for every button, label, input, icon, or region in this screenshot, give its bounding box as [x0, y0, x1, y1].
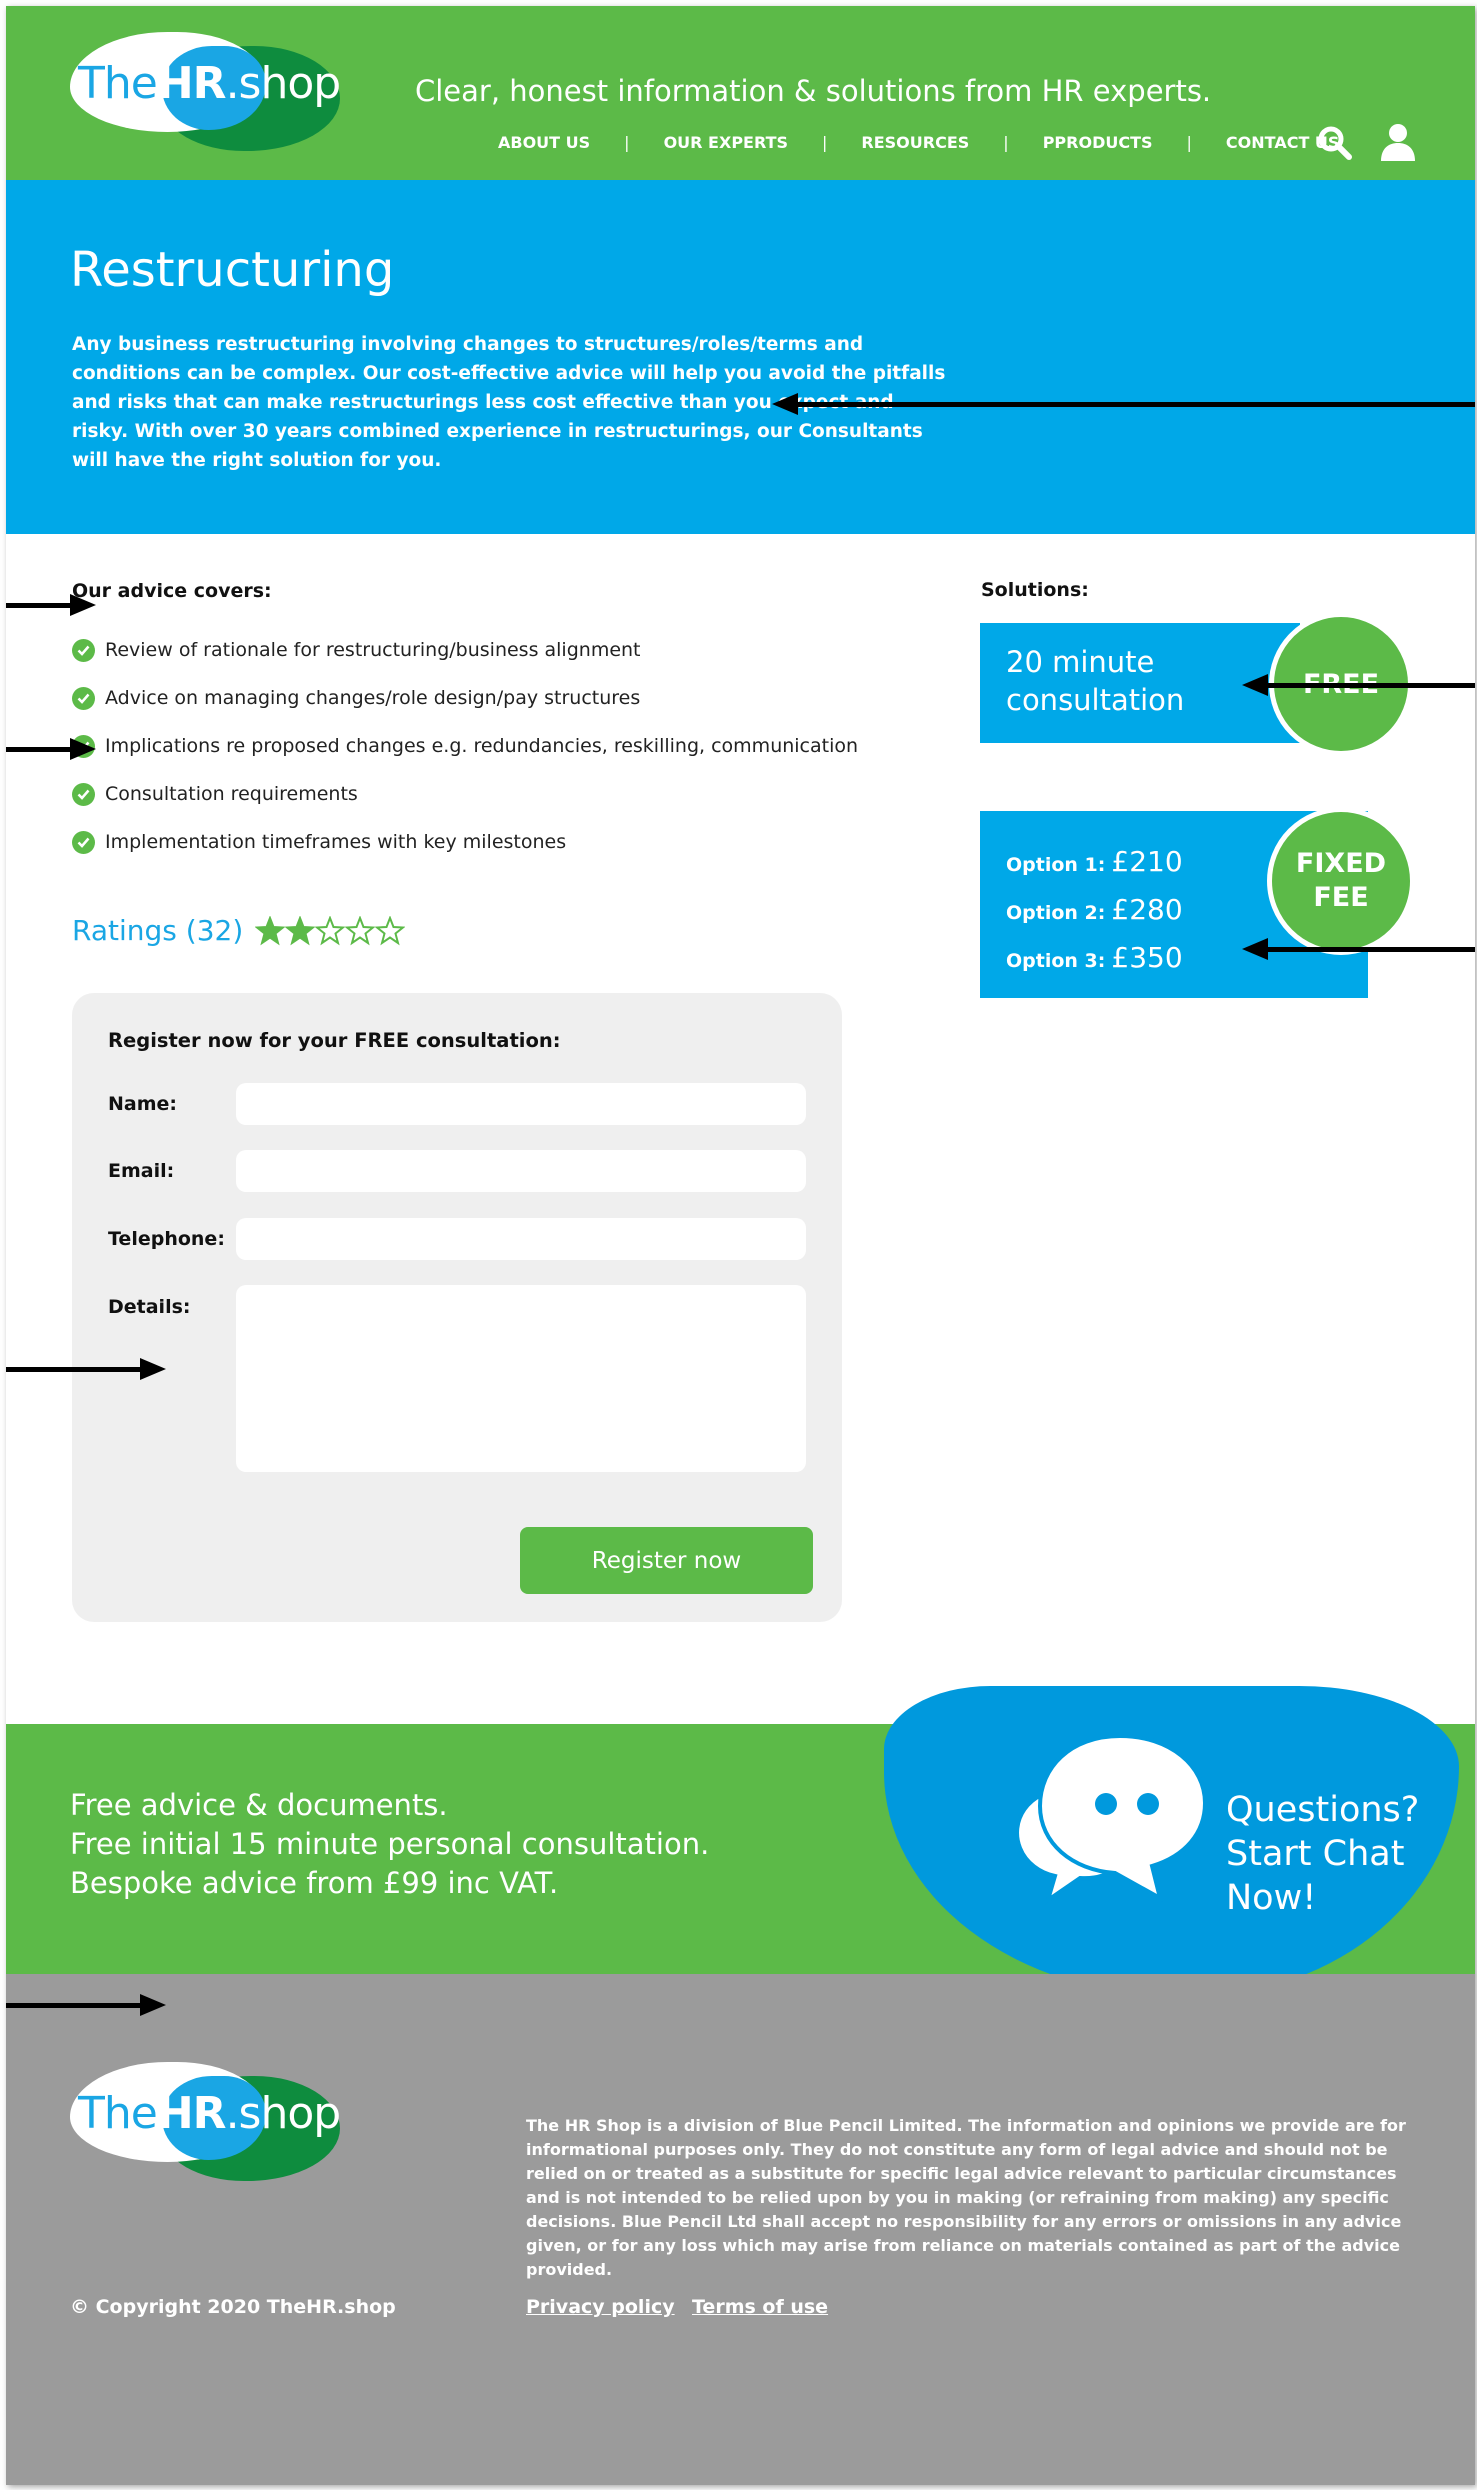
- check-icon: [72, 830, 95, 854]
- star-empty-icon[interactable]: [345, 915, 376, 946]
- fixed-badge-line2: FEE: [1313, 882, 1369, 913]
- option-label: Option 3:: [1006, 950, 1106, 972]
- chat-bubbles-icon[interactable]: [1010, 1728, 1220, 1908]
- logo-text-hr: HR: [156, 58, 227, 109]
- list-item: Consultation requirements: [72, 770, 858, 818]
- main-nav: ABOUT US | OUR EXPERTS | RESOURCES | PPR…: [498, 133, 1339, 152]
- option-row[interactable]: Option 2: £280: [1006, 893, 1183, 926]
- advice-item-text: Implementation timeframes with key miles…: [105, 831, 567, 853]
- telephone-label: Telephone:: [108, 1228, 225, 1250]
- star-empty-icon[interactable]: [315, 915, 346, 946]
- ratings-label[interactable]: Ratings (32): [72, 914, 243, 947]
- name-label: Name:: [108, 1093, 178, 1115]
- annotation-arrow: [772, 393, 1475, 415]
- option-price: £210: [1111, 845, 1183, 878]
- star-rating[interactable]: [255, 915, 406, 946]
- chat-cta[interactable]: Questions? Start Chat Now!: [1226, 1788, 1419, 1920]
- registration-form: Register now for your FREE consultation:…: [72, 993, 842, 1622]
- nav-separator: |: [1003, 133, 1009, 152]
- legal-disclaimer: The HR Shop is a division of Blue Pencil…: [526, 2116, 1406, 2279]
- logo-text-shop: .shop: [225, 58, 342, 109]
- logo-text-hr: HR: [156, 2088, 227, 2139]
- option-label: Option 2:: [1006, 902, 1106, 924]
- nav-our-experts[interactable]: OUR EXPERTS: [664, 133, 788, 152]
- advice-list: Review of rationale for restructuring/bu…: [72, 626, 858, 866]
- fixed-badge-line1: FIXED: [1295, 848, 1387, 879]
- annotation-arrow: [6, 594, 96, 616]
- advice-item-text: Review of rationale for restructuring/bu…: [105, 639, 641, 661]
- chat-line-3: Now!: [1226, 1878, 1317, 1918]
- telephone-field[interactable]: [236, 1218, 806, 1260]
- nav-products[interactable]: PPRODUCTS: [1043, 133, 1153, 152]
- user-icon[interactable]: [1379, 122, 1417, 162]
- email-label: Email:: [108, 1160, 175, 1182]
- page: TheHR.shop Clear, honest information & s…: [6, 6, 1475, 2485]
- advice-item-text: Implications re proposed changes e.g. re…: [105, 735, 859, 757]
- consultation-title: 20 minute consultation: [1006, 645, 1185, 717]
- option-row[interactable]: Option 3: £350: [1006, 941, 1183, 974]
- option-label: Option 1:: [1006, 854, 1106, 876]
- details-field[interactable]: [236, 1285, 806, 1472]
- nav-about-us[interactable]: ABOUT US: [498, 133, 590, 152]
- terms-of-use-link[interactable]: Terms of use: [692, 2296, 828, 2318]
- advice-heading: Our advice covers:: [72, 580, 272, 602]
- chat-line-2: Start Chat: [1226, 1834, 1405, 1874]
- check-icon: [72, 782, 95, 806]
- search-icon[interactable]: [1318, 126, 1352, 160]
- list-item: Advice on managing changes/role design/p…: [72, 674, 858, 722]
- nav-resources[interactable]: RESOURCES: [861, 133, 969, 152]
- list-item: Review of rationale for restructuring/bu…: [72, 626, 858, 674]
- check-icon: [72, 638, 95, 662]
- promo-line: Bespoke advice from £99 inc VAT.: [70, 1866, 559, 1900]
- name-field[interactable]: [236, 1083, 806, 1125]
- promo-line: Free advice & documents.: [70, 1788, 448, 1822]
- option-price: £280: [1111, 893, 1183, 926]
- tagline: Clear, honest information & solutions fr…: [415, 74, 1212, 108]
- email-field[interactable]: [236, 1150, 806, 1192]
- logo-text-shop: .shop: [225, 2088, 342, 2139]
- nav-separator: |: [822, 133, 828, 152]
- form-heading: Register now for your FREE consultation:: [108, 1029, 561, 1052]
- advice-item-text: Advice on managing changes/role design/p…: [105, 687, 641, 709]
- register-button[interactable]: Register now: [520, 1527, 813, 1594]
- copyright: © Copyright 2020 TheHR.shop: [70, 2296, 396, 2318]
- page-title: Restructuring: [70, 242, 395, 298]
- logo-text-the: The: [78, 2088, 158, 2139]
- fixed-fee-badge: FIXED FEE: [1267, 807, 1415, 955]
- check-icon: [72, 686, 95, 710]
- advice-item-text: Consultation requirements: [105, 783, 358, 805]
- site-header: TheHR.shop Clear, honest information & s…: [6, 6, 1475, 180]
- option-price: £350: [1111, 941, 1183, 974]
- annotation-arrow: [6, 1358, 166, 1380]
- solutions-heading: Solutions:: [981, 579, 1089, 601]
- ratings: Ratings (32): [72, 914, 406, 947]
- nav-separator: |: [624, 133, 630, 152]
- promo-line: Free initial 15 minute personal consulta…: [70, 1827, 710, 1861]
- annotation-arrow: [1242, 938, 1475, 960]
- chat-line-1: Questions?: [1226, 1790, 1420, 1830]
- list-item: Implementation timeframes with key miles…: [72, 818, 858, 866]
- star-empty-icon[interactable]: [375, 915, 406, 946]
- logo-text-the: The: [78, 58, 158, 109]
- list-item: Implications re proposed changes e.g. re…: [72, 722, 858, 770]
- hero-banner: Restructuring Any business restructuring…: [6, 180, 1475, 534]
- annotation-arrow: [6, 1994, 166, 2016]
- site-footer: TheHR.shop The HR Shop is a division of …: [6, 1974, 1475, 2485]
- annotation-arrow: [6, 738, 96, 760]
- footer-logo[interactable]: TheHR.shop: [70, 2062, 345, 2187]
- privacy-policy-link[interactable]: Privacy policy: [526, 2296, 675, 2318]
- option-row[interactable]: Option 1: £210: [1006, 845, 1183, 878]
- logo[interactable]: TheHR.shop: [70, 32, 345, 157]
- nav-separator: |: [1186, 133, 1192, 152]
- details-label: Details:: [108, 1296, 191, 1318]
- star-filled-icon[interactable]: [255, 915, 286, 946]
- annotation-arrow: [1242, 674, 1475, 696]
- star-filled-icon[interactable]: [285, 915, 316, 946]
